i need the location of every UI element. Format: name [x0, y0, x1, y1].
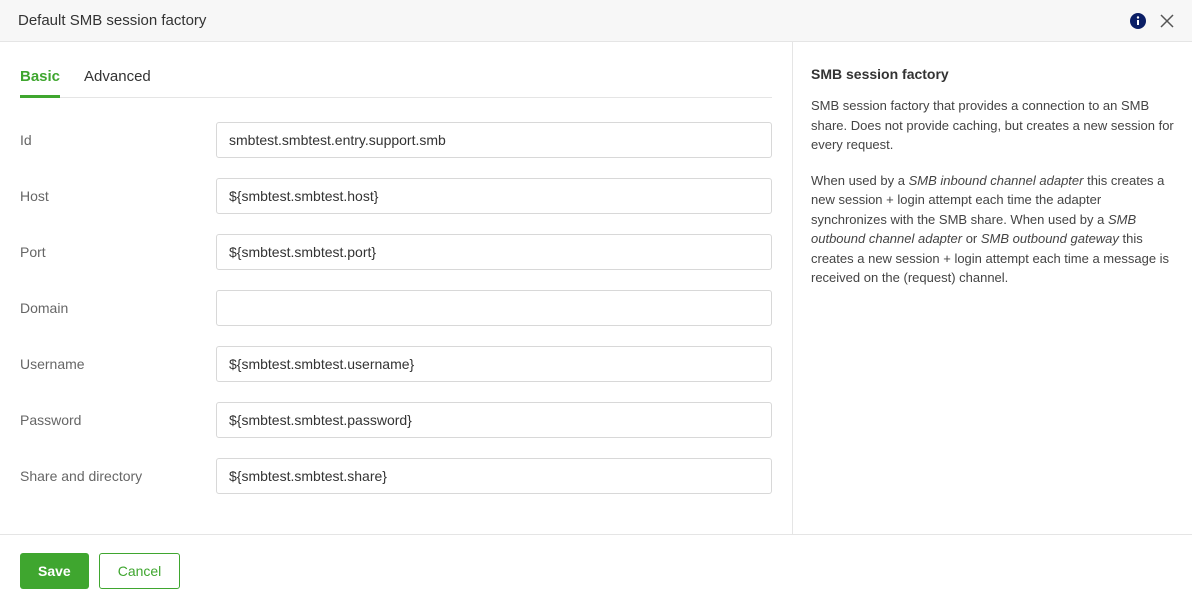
modal-dialog: Default SMB session factory Basic A [0, 0, 1192, 607]
cancel-button[interactable]: Cancel [99, 553, 181, 589]
label-domain: Domain [20, 300, 216, 316]
row-password: Password [20, 402, 772, 438]
modal-content: Basic Advanced Id Host Port Domain Usern… [0, 42, 1192, 534]
row-username: Username [20, 346, 772, 382]
help-em: SMB inbound channel adapter [909, 173, 1084, 188]
help-text: or [962, 231, 981, 246]
header-actions [1130, 13, 1174, 29]
help-paragraph-2: When used by a SMB inbound channel adapt… [811, 171, 1174, 288]
tabs: Basic Advanced [20, 62, 772, 98]
help-title: SMB session factory [811, 66, 1174, 82]
help-paragraph-1: SMB session factory that provides a conn… [811, 96, 1174, 155]
row-id: Id [20, 122, 772, 158]
tab-advanced[interactable]: Advanced [84, 62, 151, 97]
row-domain: Domain [20, 290, 772, 326]
row-share: Share and directory [20, 458, 772, 494]
modal-header: Default SMB session factory [0, 0, 1192, 42]
label-port: Port [20, 244, 216, 260]
label-password: Password [20, 412, 216, 428]
help-em: SMB outbound gateway [981, 231, 1119, 246]
tab-basic[interactable]: Basic [20, 62, 60, 97]
input-id[interactable] [216, 122, 772, 158]
help-panel: SMB session factory SMB session factory … [792, 42, 1192, 534]
modal-title: Default SMB session factory [18, 12, 206, 29]
close-icon[interactable] [1160, 14, 1174, 28]
input-username[interactable] [216, 346, 772, 382]
input-port[interactable] [216, 234, 772, 270]
info-icon[interactable] [1130, 13, 1146, 29]
save-button[interactable]: Save [20, 553, 89, 589]
input-password[interactable] [216, 402, 772, 438]
input-domain[interactable] [216, 290, 772, 326]
label-share: Share and directory [20, 468, 216, 484]
row-host: Host [20, 178, 772, 214]
input-host[interactable] [216, 178, 772, 214]
input-share[interactable] [216, 458, 772, 494]
help-text: When used by a [811, 173, 909, 188]
label-host: Host [20, 188, 216, 204]
modal-footer: Save Cancel [0, 534, 1192, 607]
label-username: Username [20, 356, 216, 372]
form-panel: Basic Advanced Id Host Port Domain Usern… [0, 42, 792, 534]
label-id: Id [20, 132, 216, 148]
row-port: Port [20, 234, 772, 270]
